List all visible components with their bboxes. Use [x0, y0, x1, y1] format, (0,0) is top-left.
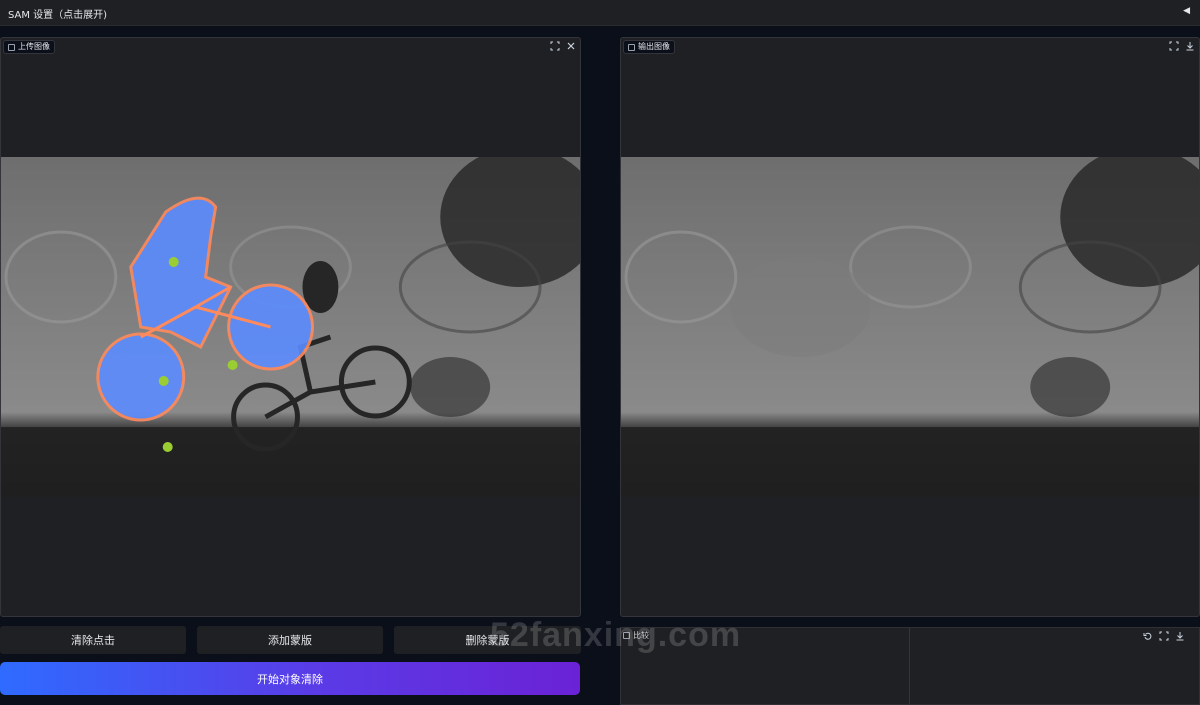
input-image-label: 上传图像: [3, 40, 55, 54]
start-object-removal-button[interactable]: 开始对象清除: [0, 662, 580, 695]
compare-divider[interactable]: [909, 628, 910, 705]
input-image-tools: [550, 41, 576, 51]
output-photo: [621, 157, 1199, 497]
compare-tools: [1143, 631, 1185, 641]
output-image-label: 输出图像: [623, 40, 675, 54]
clear-clicks-button[interactable]: 清除点击: [0, 626, 186, 654]
download-icon[interactable]: [1185, 41, 1195, 51]
fullscreen-icon[interactable]: [550, 41, 560, 51]
compare-label-text: 比较: [633, 631, 649, 640]
output-image-label-text: 输出图像: [638, 42, 670, 51]
close-icon[interactable]: [566, 41, 576, 51]
add-mask-button[interactable]: 添加蒙版: [197, 626, 383, 654]
input-image-panel: 上传图像: [0, 37, 581, 617]
input-photo[interactable]: [1, 157, 580, 497]
collapse-arrow-icon[interactable]: ◀: [1183, 6, 1190, 16]
fullscreen-icon[interactable]: [1169, 41, 1179, 51]
input-image-label-text: 上传图像: [18, 42, 50, 51]
sam-settings-bar[interactable]: SAM 设置（点击展开) ◀: [0, 0, 1200, 26]
compare-label: 比较: [623, 630, 649, 641]
output-image-panel: 输出图像: [620, 37, 1200, 617]
output-image-tools: [1169, 41, 1195, 51]
fullscreen-icon[interactable]: [1159, 631, 1169, 641]
image-icon: [628, 43, 635, 51]
sam-settings-title[interactable]: SAM 设置（点击展开): [8, 6, 107, 21]
image-icon: [623, 632, 630, 639]
compare-panel: 比较: [620, 627, 1200, 705]
undo-icon[interactable]: [1143, 631, 1153, 641]
download-icon[interactable]: [1175, 631, 1185, 641]
image-icon: [8, 43, 15, 51]
delete-mask-button[interactable]: 删除蒙版: [394, 626, 581, 654]
